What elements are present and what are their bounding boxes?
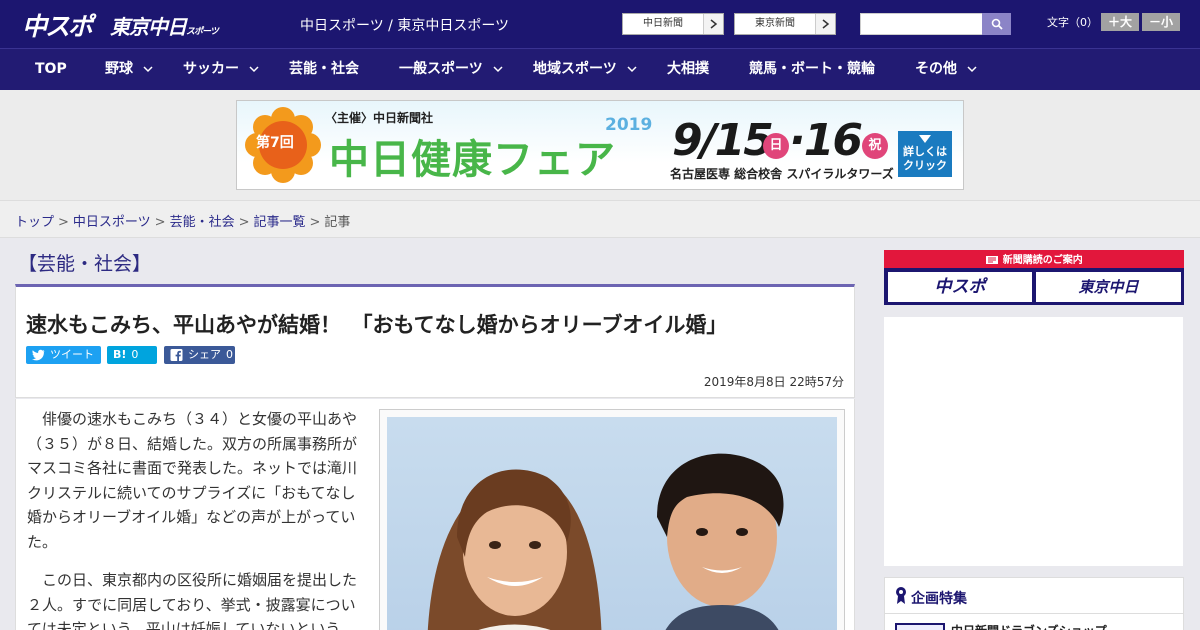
search-input[interactable] xyxy=(860,13,983,35)
ribbon-icon xyxy=(896,587,906,604)
nav-item-local-sports[interactable]: 地域スポーツ xyxy=(533,49,637,90)
banner-venue: 名古屋医専 総合校舎 スパイラルタワーズ xyxy=(670,167,894,181)
article-title: 速水もこみち、平山あやが結婚！ 「おもてなし婚からオリーブオイル婚」 xyxy=(26,313,728,337)
subscribe-tokyo-chunichi-link[interactable]: 東京中日 xyxy=(1036,272,1181,302)
banner-date: 9/15 xyxy=(672,115,774,166)
tokyo-shimbun-link[interactable]: 東京新聞 xyxy=(734,13,836,35)
hatena-bookmark-button[interactable]: B! 0 xyxy=(107,346,157,364)
feature-title: 企画特集 xyxy=(911,591,967,607)
chevron-right-icon xyxy=(703,14,723,34)
breadcrumb-entertainment[interactable]: 芸能・社会 xyxy=(170,215,235,230)
chunichi-shimbun-link[interactable]: 中日新聞 xyxy=(622,13,724,35)
nav-label: サッカー xyxy=(183,61,239,77)
nav-label: その他 xyxy=(915,61,957,77)
facebook-label: シェア xyxy=(188,348,221,361)
couple-photo-illustration xyxy=(427,453,784,630)
banner-date-1: 9/15 xyxy=(672,115,774,166)
paper-link-label: 東京新聞 xyxy=(755,18,795,29)
banner-date-2: ·16 xyxy=(789,115,863,166)
breadcrumb-chunichi-sports[interactable]: 中日スポーツ xyxy=(73,215,151,230)
nav-item-general-sports[interactable]: 一般スポーツ xyxy=(399,49,503,90)
subscription-label: 新聞購読のご案内 xyxy=(884,251,1184,266)
nav-item-sumo[interactable]: 大相撲 xyxy=(667,49,709,90)
health-fair-banner-ad[interactable]: 第7回 〈主催〉中日新聞社 中日健康フェア 2019 9/15 日 ·16 祝 … xyxy=(236,100,964,190)
chevron-down-icon xyxy=(967,65,977,72)
breadcrumb: トップ > 中日スポーツ > 芸能・社会 > 記事一覧 > 記事 xyxy=(0,200,1200,238)
hatena-count: 0 xyxy=(131,348,139,361)
banner-year: 2019 xyxy=(605,115,653,135)
feature-thumbnail[interactable] xyxy=(895,623,945,630)
breadcrumb-separator: > xyxy=(154,215,166,230)
nav-item-others[interactable]: その他 xyxy=(915,49,977,90)
chevron-down-icon xyxy=(627,65,637,72)
nav-label: 芸能・社会 xyxy=(289,61,359,77)
feature-item-link[interactable]: 中日新聞ドラゴンズショップ xyxy=(951,622,1107,630)
article-paragraph: 俳優の速水もこみち（３４）と女優の平山あや（３５）が８日、結婚した。双方の所属事… xyxy=(27,410,358,551)
breadcrumb-separator: > xyxy=(309,215,321,230)
article-header: 速水もこみち、平山あやが結婚！ 「おもてなし婚からオリーブオイル婚」 ツイート … xyxy=(15,284,855,398)
feature-divider xyxy=(885,613,1183,614)
main-nav: TOP 野球 サッカー 芸能・社会 一般スポーツ 地域スポーツ 大相撲 競馬・ボ… xyxy=(0,48,1200,90)
font-size-label: 文字（0） xyxy=(1047,16,1098,29)
breadcrumb-separator: > xyxy=(238,215,250,230)
breadcrumb-article-list[interactable]: 記事一覧 xyxy=(254,215,306,230)
nav-item-baseball[interactable]: 野球 xyxy=(105,49,153,90)
nav-item-soccer[interactable]: サッカー xyxy=(183,49,259,90)
feature-section: 企画特集 中日新聞ドラゴンズショップ xyxy=(884,577,1184,630)
hatena-icon: B! xyxy=(113,348,127,361)
facebook-share-button[interactable]: シェア 0 xyxy=(164,346,235,364)
font-smaller-button[interactable]: －小 xyxy=(1142,13,1180,31)
nav-label: 地域スポーツ xyxy=(533,61,617,77)
tokyo-logo-text: 東京中日 xyxy=(110,15,187,39)
nav-label: 野球 xyxy=(105,61,133,77)
category-heading: 【芸能・社会】 xyxy=(18,253,152,275)
newspaper-icon xyxy=(986,256,999,264)
nav-label: TOP xyxy=(35,61,67,77)
breadcrumb-top[interactable]: トップ xyxy=(15,215,54,230)
chuspo-logo[interactable]: 中スポ xyxy=(22,7,93,43)
search-icon xyxy=(991,18,1003,30)
publish-date: 2019年8月8日 22時57分 xyxy=(703,375,844,389)
chevron-down-icon xyxy=(249,65,259,72)
article-body: 俳優の速水もこみち（３４）と女優の平山あや（３５）が８日、結婚した。双方の所属事… xyxy=(15,399,855,630)
tweet-button[interactable]: ツイート xyxy=(26,346,101,364)
edition-label: 第7回 xyxy=(256,135,294,151)
nav-item-entertainment[interactable]: 芸能・社会 xyxy=(289,49,359,90)
banner-day-1: 日 xyxy=(763,133,789,159)
facebook-icon xyxy=(170,349,183,361)
breadcrumb-current: 記事 xyxy=(324,215,351,230)
subscribe-chuspo-link[interactable]: 中スポ xyxy=(888,272,1032,302)
site-header: 中スポ 東京中日スポーツ 中日スポーツ / 東京中日スポーツ 中日新聞 東京新聞… xyxy=(0,0,1200,48)
search-button[interactable] xyxy=(982,13,1011,35)
chevron-right-icon xyxy=(815,14,835,34)
paper-link-label: 中日新聞 xyxy=(643,18,683,29)
nav-label: 競馬・ボート・競輪 xyxy=(749,61,875,77)
font-bigger-button[interactable]: ＋大 xyxy=(1101,13,1139,31)
nav-item-racing[interactable]: 競馬・ボート・競輪 xyxy=(749,49,875,90)
nav-item-top[interactable]: TOP xyxy=(35,49,67,90)
twitter-icon xyxy=(32,349,45,361)
nav-label: 一般スポーツ xyxy=(399,61,483,77)
tokyo-chunichi-logo[interactable]: 東京中日スポーツ xyxy=(110,11,219,40)
subscription-text: 新聞購読のご案内 xyxy=(1002,255,1083,266)
banner-title: 中日健康フェア xyxy=(329,137,616,183)
chevron-down-icon xyxy=(493,65,503,72)
facebook-count: 0 xyxy=(226,348,233,361)
banner-host: 〈主催〉中日新聞社 xyxy=(325,111,434,125)
site-title: 中日スポーツ / 東京中日スポーツ xyxy=(300,18,510,34)
banner-click-button[interactable]: 詳しくは クリック xyxy=(898,131,952,177)
tweet-label: ツイート xyxy=(50,348,94,361)
banner-day-2: 祝 xyxy=(862,133,888,159)
tokyo-logo-sub: スポーツ xyxy=(186,27,219,37)
breadcrumb-separator: > xyxy=(58,215,69,230)
nav-label: 大相撲 xyxy=(667,61,709,77)
chevron-down-icon xyxy=(143,65,153,72)
banner-area: 第7回 〈主催〉中日新聞社 中日健康フェア 2019 9/15 日 ·16 祝 … xyxy=(0,90,1200,200)
article-photo[interactable] xyxy=(387,417,837,630)
article-paragraph: この日、東京都内の区役所に婚姻届を提出した２人。すでに同居しており、挙式・披露宴… xyxy=(27,571,358,630)
article-text: 俳優の速水もこみち（３４）と女優の平山あや（３５）が８日、結婚した。双方の所属事… xyxy=(27,407,367,630)
article-photo-frame xyxy=(379,409,845,630)
sidebar-ad-slot[interactable] xyxy=(884,317,1183,566)
